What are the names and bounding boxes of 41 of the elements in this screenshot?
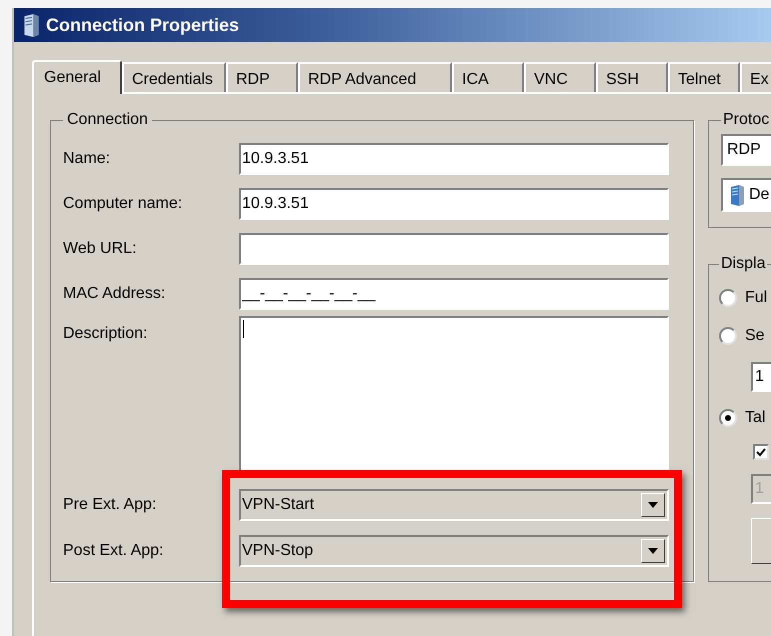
radio-label: Se bbox=[745, 326, 765, 346]
text-field[interactable]: 1 bbox=[751, 362, 771, 392]
radio-label: Tal bbox=[745, 408, 766, 428]
check-icon bbox=[756, 448, 766, 456]
field-label: MAC Address: bbox=[63, 284, 166, 304]
radio-button[interactable] bbox=[719, 409, 737, 427]
tab[interactable]: RDP bbox=[226, 62, 298, 92]
caret-icon bbox=[641, 539, 665, 563]
tab[interactable]: SSH bbox=[596, 62, 668, 92]
text-field[interactable]: 10.9.3.51 bbox=[239, 188, 669, 220]
field-label: Computer name: bbox=[63, 194, 184, 214]
server-icon bbox=[22, 13, 40, 37]
field-label: Web URL: bbox=[63, 238, 138, 258]
text-field[interactable]: __-__-__-__-__-__ bbox=[239, 278, 669, 310]
radio-button[interactable] bbox=[719, 327, 737, 345]
field-label: Description: bbox=[63, 324, 148, 344]
group-title: Connection bbox=[66, 110, 149, 130]
tab[interactable]: Credentials bbox=[122, 62, 226, 92]
window-title: Connection Properties bbox=[46, 14, 240, 37]
group-title: Protoc bbox=[722, 110, 770, 130]
server-icon bbox=[729, 184, 745, 206]
tab[interactable]: General bbox=[32, 60, 122, 94]
text-field[interactable] bbox=[239, 232, 669, 264]
tab[interactable]: Telnet bbox=[668, 62, 740, 92]
tab[interactable]: VNC bbox=[524, 62, 596, 92]
field-label: Name: bbox=[63, 148, 112, 168]
caret-icon bbox=[641, 493, 665, 517]
checkbox[interactable] bbox=[753, 444, 769, 460]
tab[interactable]: RDP Advanced bbox=[298, 62, 452, 92]
dropdown[interactable]: VPN-Stop bbox=[239, 535, 669, 567]
field-label: Post Ext. App: bbox=[63, 541, 164, 561]
radio-label: Ful bbox=[745, 288, 768, 308]
group-title: Displa bbox=[720, 254, 766, 274]
dropdown[interactable]: VPN-Start bbox=[239, 489, 669, 521]
dropdown[interactable]: De bbox=[721, 178, 771, 212]
protocol-field[interactable]: RDP bbox=[721, 134, 771, 166]
radio-button[interactable] bbox=[719, 289, 737, 307]
text-field[interactable]: 10.9.3.51 bbox=[239, 142, 669, 174]
tab[interactable]: Ex bbox=[740, 62, 771, 92]
field-label: Pre Ext. App: bbox=[63, 495, 158, 515]
tab[interactable]: ICA bbox=[452, 62, 524, 92]
